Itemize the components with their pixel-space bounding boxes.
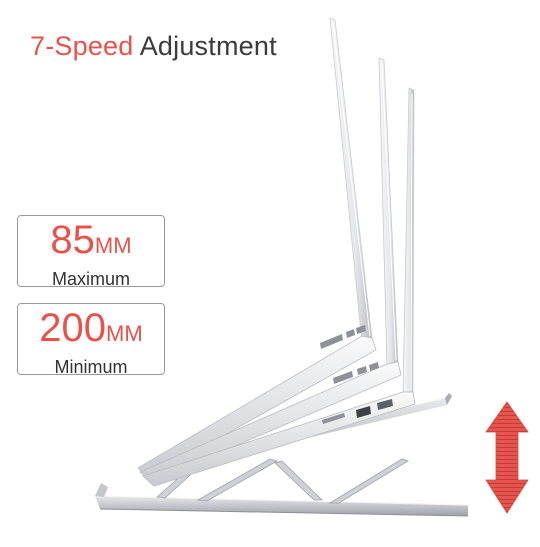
stand-base xyxy=(94,483,469,517)
height-arrow-icon xyxy=(485,401,529,514)
laptop-stand-illustration xyxy=(94,17,529,517)
